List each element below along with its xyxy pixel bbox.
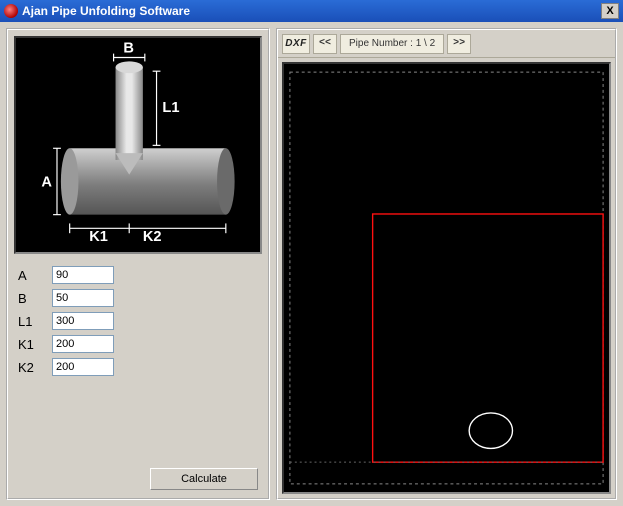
label-a: A xyxy=(18,268,44,283)
dim-label-a: A xyxy=(41,174,52,190)
cad-drawing xyxy=(284,64,609,492)
dim-label-l1: L1 xyxy=(162,100,179,116)
calculate-button[interactable]: Calculate xyxy=(150,468,258,490)
parameters-form: A B L1 K1 K2 Calculate xyxy=(8,260,268,498)
input-b[interactable] xyxy=(52,289,114,307)
close-icon: X xyxy=(606,5,613,17)
row-l1: L1 xyxy=(18,312,258,330)
dxf-button[interactable]: DXF xyxy=(282,34,310,54)
app-icon xyxy=(4,4,18,18)
dim-label-b: B xyxy=(123,41,134,57)
prev-pipe-button[interactable]: << xyxy=(313,34,337,54)
label-b: B xyxy=(18,291,44,306)
pipe-diagram: B L1 A K1 K2 xyxy=(14,36,262,254)
window-title: Ajan Pipe Unfolding Software xyxy=(22,4,190,18)
close-button[interactable]: X xyxy=(601,3,619,19)
row-k2: K2 xyxy=(18,358,258,376)
row-a: A xyxy=(18,266,258,284)
label-k2: K2 xyxy=(18,360,44,375)
input-l1[interactable] xyxy=(52,312,114,330)
next-pipe-button[interactable]: >> xyxy=(447,34,471,54)
dim-label-k1: K1 xyxy=(89,229,108,243)
left-panel: B L1 A K1 K2 A B L1 K1 xyxy=(6,28,270,500)
pipe-number-label: Pipe Number : 1 \ 2 xyxy=(340,34,444,54)
titlebar: Ajan Pipe Unfolding Software X xyxy=(0,0,623,22)
input-k2[interactable] xyxy=(52,358,114,376)
row-b: B xyxy=(18,289,258,307)
label-l1: L1 xyxy=(18,314,44,329)
pipe-diagram-svg: B L1 A K1 K2 xyxy=(16,38,260,243)
dim-label-k2: K2 xyxy=(143,229,162,243)
input-a[interactable] xyxy=(52,266,114,284)
main-area: B L1 A K1 K2 A B L1 K1 xyxy=(0,22,623,506)
label-k1: K1 xyxy=(18,337,44,352)
right-panel: DXF << Pipe Number : 1 \ 2 >> xyxy=(276,28,617,500)
row-k1: K1 xyxy=(18,335,258,353)
input-k1[interactable] xyxy=(52,335,114,353)
cad-viewport[interactable] xyxy=(282,62,611,494)
preview-toolbar: DXF << Pipe Number : 1 \ 2 >> xyxy=(278,30,615,58)
